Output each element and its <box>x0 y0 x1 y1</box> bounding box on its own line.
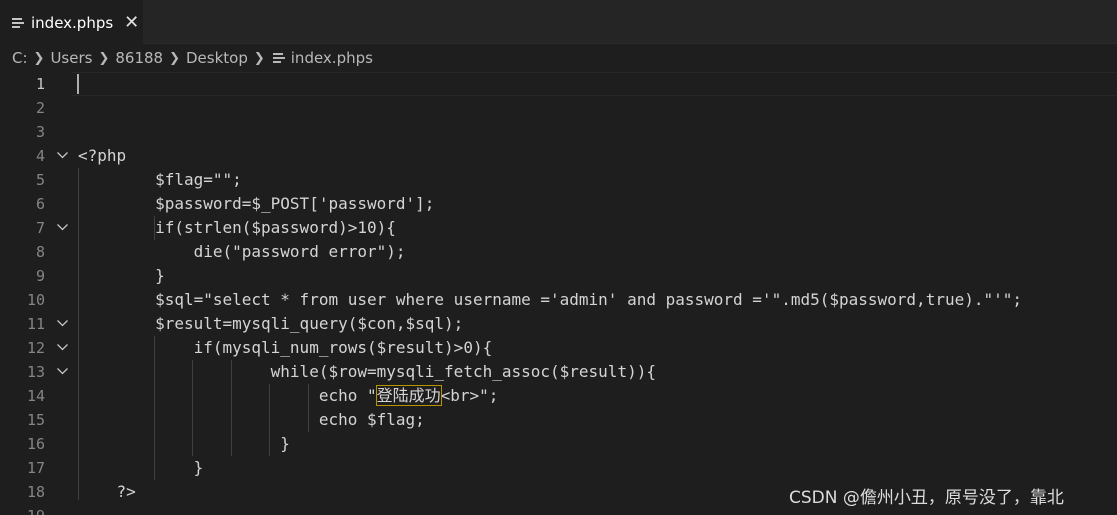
code-line[interactable]: 15 echo $flag; <box>0 408 1117 432</box>
line-number: 17 <box>26 459 45 477</box>
code-line[interactable]: 13 while($row=mysqli_fetch_assoc($result… <box>0 360 1117 384</box>
line-number: 8 <box>35 243 45 261</box>
line-text[interactable]: ?> <box>78 480 136 504</box>
line-number: 18 <box>26 483 45 501</box>
breadcrumb-drive[interactable]: C: <box>12 49 28 67</box>
breadcrumb-users[interactable]: Users <box>50 49 92 67</box>
code-line[interactable]: 12 if(mysqli_num_rows($result)>0){ <box>0 336 1117 360</box>
code-line[interactable]: 11 $result=mysqli_query($con,$sql); <box>0 312 1117 336</box>
code-line[interactable]: 3 <box>0 120 1117 144</box>
line-number: 10 <box>26 291 45 309</box>
line-text[interactable]: die("password error"); <box>78 240 406 264</box>
line-number: 4 <box>35 147 45 165</box>
chevron-down-icon[interactable] <box>52 216 72 240</box>
line-text[interactable]: while($row=mysqli_fetch_assoc($result)){ <box>78 360 656 384</box>
line-text[interactable]: $sql="select * from user where username … <box>78 288 1022 312</box>
code-line[interactable]: 2 <box>0 96 1117 120</box>
file-lines-icon <box>12 17 24 29</box>
code-line[interactable]: 6 $password=$_POST['password']; <box>0 192 1117 216</box>
close-icon[interactable]: ✕ <box>124 13 139 32</box>
code-line[interactable]: 16 } <box>0 432 1117 456</box>
line-text[interactable]: $result=mysqli_query($con,$sql); <box>78 312 463 336</box>
line-text[interactable]: $password=$_POST['password']; <box>78 192 434 216</box>
line-number: 14 <box>26 387 45 405</box>
line-text[interactable]: if(strlen($password)>10){ <box>78 216 396 240</box>
line-text[interactable]: } <box>78 456 204 480</box>
line-number: 3 <box>35 123 45 141</box>
line-text[interactable]: <?php <box>78 144 126 168</box>
breadcrumb-user[interactable]: 86188 <box>115 49 163 67</box>
line-text[interactable]: echo $flag; <box>78 408 425 432</box>
breadcrumb-file[interactable]: index.phps <box>291 49 373 67</box>
code-line[interactable]: 10 $sql="select * from user where userna… <box>0 288 1117 312</box>
line-number: 6 <box>35 195 45 213</box>
code-line[interactable]: 1 <box>0 72 1117 96</box>
line-number: 1 <box>35 75 45 93</box>
tab-bar: index.phps ✕ <box>0 0 1117 44</box>
line-number: 19 <box>0 504 45 515</box>
current-line-highlight <box>71 72 1117 96</box>
line-text[interactable]: echo "登陆成功<br>"; <box>78 384 498 408</box>
tab-label: index.phps <box>31 13 114 32</box>
code-line[interactable]: 14 echo "登陆成功<br>"; <box>0 384 1117 408</box>
line-text[interactable]: } <box>78 264 165 288</box>
search-match-highlight: 登陆成功 <box>375 385 442 406</box>
code-line[interactable]: 5 $flag=""; <box>0 168 1117 192</box>
chevron-down-icon[interactable] <box>52 360 72 384</box>
line-text[interactable]: } <box>78 432 290 456</box>
line-number: 16 <box>26 435 45 453</box>
code-editor[interactable]: 1 2 3 4 <?php 5 $flag=""; 6 $password=$_… <box>0 72 1117 515</box>
code-line[interactable]: 4 <?php <box>0 144 1117 168</box>
breadcrumb: C: ❯ Users ❯ 86188 ❯ Desktop ❯ index.php… <box>0 44 1117 72</box>
file-lines-icon <box>272 52 285 64</box>
chevron-right-icon: ❯ <box>33 50 45 66</box>
text-cursor <box>77 74 79 94</box>
line-number: 9 <box>35 267 45 285</box>
line-number: 7 <box>35 219 45 237</box>
line-text[interactable]: $flag=""; <box>78 168 242 192</box>
chevron-down-icon[interactable] <box>52 144 72 168</box>
code-line[interactable]: 17 } <box>0 456 1117 480</box>
code-line[interactable]: 9 } <box>0 264 1117 288</box>
line-number: 2 <box>35 99 45 117</box>
chevron-right-icon: ❯ <box>253 50 265 66</box>
code-line[interactable]: 7 if(strlen($password)>10){ <box>0 216 1117 240</box>
line-number: 11 <box>26 315 45 333</box>
breadcrumb-desktop[interactable]: Desktop <box>186 49 248 67</box>
line-number: 12 <box>26 339 45 357</box>
chevron-down-icon[interactable] <box>52 336 72 360</box>
chevron-down-icon[interactable] <box>52 312 72 336</box>
line-text[interactable]: if(mysqli_num_rows($result)>0){ <box>78 336 493 360</box>
chevron-right-icon: ❯ <box>169 50 180 66</box>
line-text-prefix: echo " <box>78 386 377 405</box>
watermark: CSDN @儋州小丑，原号没了，靠北 <box>789 488 1064 508</box>
code-line[interactable]: 8 die("password error"); <box>0 240 1117 264</box>
line-number: 5 <box>35 171 45 189</box>
line-number: 13 <box>26 363 45 381</box>
line-number: 15 <box>26 411 45 429</box>
chevron-right-icon: ❯ <box>98 50 110 66</box>
line-text-suffix: <br>"; <box>440 386 499 405</box>
tab-index-phps[interactable]: index.phps ✕ <box>0 0 143 44</box>
